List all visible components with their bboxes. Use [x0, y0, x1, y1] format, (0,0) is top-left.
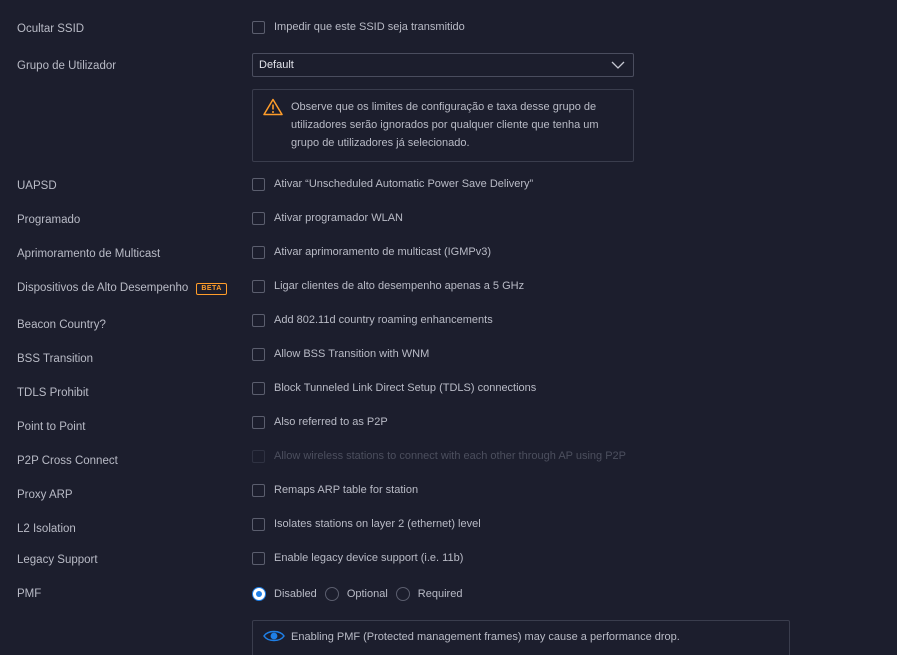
uapsd-option-text: Ativar “Unscheduled Automatic Power Save…	[274, 178, 534, 190]
hide-ssid-option-text: Impedir que este SSID seja transmitido	[274, 21, 465, 33]
beacon-country-option-text: Add 802.11d country roaming enhancements	[274, 314, 493, 326]
user-group-select[interactable]: Default	[252, 53, 634, 77]
user-group-label: Grupo de Utilizador	[17, 60, 117, 72]
pmf-info: Enabling PMF (Protected management frame…	[252, 620, 790, 655]
p2p-cross-option: Allow wireless stations to connect with …	[252, 449, 626, 463]
tdls-option-text: Block Tunneled Link Direct Setup (TDLS) …	[274, 382, 537, 394]
p2p-cross-checkbox	[252, 449, 265, 463]
proxy-arp-checkbox[interactable]	[252, 483, 265, 497]
uapsd-checkbox[interactable]	[252, 177, 265, 191]
pmf-radio-disabled[interactable]	[252, 587, 266, 601]
beacon-country-label: Beacon Country?	[17, 319, 106, 331]
l2-isolation-checkbox[interactable]	[252, 517, 265, 531]
proxy-arp-option-text: Remaps ARP table for station	[274, 484, 419, 496]
p2p-label: Point to Point	[17, 421, 86, 433]
pmf-option-required-text: Required	[417, 588, 463, 600]
pmf-option-optional[interactable]: Optional	[324, 587, 388, 601]
hide-ssid-option[interactable]: Impedir que este SSID seja transmitido	[252, 20, 465, 34]
pmf-option-required[interactable]: Required	[395, 587, 463, 601]
eye-icon	[263, 629, 285, 648]
proxy-arp-label: Proxy ARP	[17, 489, 73, 501]
pmf-radio-required[interactable]	[395, 587, 410, 601]
advanced-wifi-settings: Ocultar SSID Impedir que este SSID seja …	[0, 0, 897, 655]
p2p-cross-label: P2P Cross Connect	[17, 455, 118, 467]
chevron-down-icon	[611, 59, 625, 74]
l2-isolation-option[interactable]: Isolates stations on layer 2 (ethernet) …	[252, 517, 481, 531]
p2p-option[interactable]: Also referred to as P2P	[252, 415, 388, 429]
pmf-info-text: Enabling PMF (Protected management frame…	[291, 631, 680, 643]
hide-ssid-checkbox[interactable]	[252, 20, 265, 34]
pmf-option-optional-text: Optional	[346, 588, 388, 600]
pmf-option-disabled-text: Disabled	[274, 588, 317, 600]
tdls-option[interactable]: Block Tunneled Link Direct Setup (TDLS) …	[252, 381, 536, 395]
pmf-radio-group: Disabled Optional Required	[252, 587, 470, 601]
bss-transition-option[interactable]: Allow BSS Transition with WNM	[252, 347, 429, 361]
high-perf-label: Dispositivos de Alto Desempenho BETA	[17, 281, 227, 295]
tdls-label: TDLS Prohibit	[17, 387, 89, 399]
bss-transition-label: BSS Transition	[17, 353, 94, 365]
user-group-warning: Observe que os limites de configuração e…	[252, 89, 634, 162]
high-perf-label-text: Dispositivos de Alto Desempenho	[17, 282, 189, 294]
scheduled-label: Programado	[17, 214, 81, 226]
warning-triangle-icon	[263, 98, 283, 121]
legacy-label: Legacy Support	[17, 554, 98, 566]
bss-transition-checkbox[interactable]	[252, 347, 265, 361]
scheduled-option-text: Ativar programador WLAN	[274, 212, 403, 224]
multicast-option[interactable]: Ativar aprimoramento de multicast (IGMPv…	[252, 245, 491, 259]
multicast-checkbox[interactable]	[252, 245, 265, 259]
legacy-option[interactable]: Enable legacy device support (i.e. 11b)	[252, 551, 463, 565]
scheduled-option[interactable]: Ativar programador WLAN	[252, 211, 403, 225]
beacon-country-checkbox[interactable]	[252, 313, 265, 327]
l2-isolation-option-text: Isolates stations on layer 2 (ethernet) …	[274, 518, 481, 530]
bss-transition-option-text: Allow BSS Transition with WNM	[274, 348, 430, 360]
uapsd-option[interactable]: Ativar “Unscheduled Automatic Power Save…	[252, 177, 533, 191]
high-perf-option-text: Ligar clientes de alto desempenho apenas…	[274, 280, 525, 292]
beta-badge: BETA	[196, 283, 227, 295]
p2p-cross-option-text: Allow wireless stations to connect with …	[274, 450, 626, 462]
pmf-option-disabled[interactable]: Disabled	[252, 587, 317, 601]
uapsd-label: UAPSD	[17, 180, 57, 192]
high-perf-option[interactable]: Ligar clientes de alto desempenho apenas…	[252, 279, 524, 293]
legacy-checkbox[interactable]	[252, 551, 265, 565]
p2p-checkbox[interactable]	[252, 415, 265, 429]
hide-ssid-label: Ocultar SSID	[17, 23, 85, 35]
user-group-warning-text: Observe que os limites de configuração e…	[291, 101, 599, 149]
pmf-label: PMF	[17, 588, 42, 600]
p2p-option-text: Also referred to as P2P	[274, 416, 388, 428]
high-perf-checkbox[interactable]	[252, 279, 265, 293]
pmf-radio-optional[interactable]	[324, 587, 339, 601]
tdls-checkbox[interactable]	[252, 381, 265, 395]
beacon-country-option[interactable]: Add 802.11d country roaming enhancements	[252, 313, 493, 327]
legacy-option-text: Enable legacy device support (i.e. 11b)	[274, 552, 464, 564]
l2-isolation-label: L2 Isolation	[17, 523, 76, 535]
multicast-option-text: Ativar aprimoramento de multicast (IGMPv…	[274, 246, 492, 258]
scheduled-checkbox[interactable]	[252, 211, 265, 225]
proxy-arp-option[interactable]: Remaps ARP table for station	[252, 483, 418, 497]
user-group-select-value: Default	[259, 59, 294, 71]
multicast-label: Aprimoramento de Multicast	[17, 248, 161, 260]
